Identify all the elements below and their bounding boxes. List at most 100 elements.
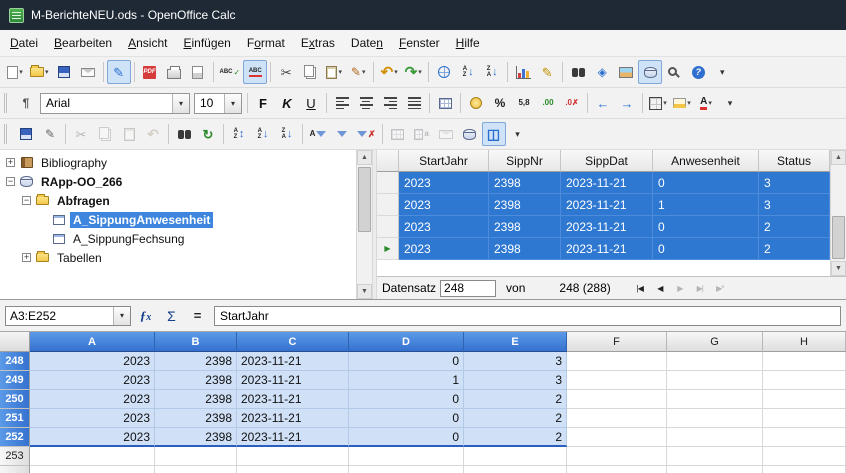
cell-G250[interactable] — [667, 390, 763, 409]
tree-item-bibliography[interactable]: +Bibliography — [0, 153, 356, 172]
cell-C250[interactable]: 2023-11-21 — [237, 390, 349, 409]
cell-G249[interactable] — [667, 371, 763, 390]
sort-descending-button[interactable]: ZA↓ — [480, 60, 504, 84]
grid-cell[interactable]: 2023 — [399, 194, 489, 216]
explorer-scrollbar[interactable]: ▲ ▼ — [356, 150, 372, 299]
cell-A252[interactable]: 2023 — [30, 428, 155, 447]
open-button[interactable]: ▾ — [27, 60, 52, 84]
zoom-button[interactable] — [662, 60, 686, 84]
name-box-dropdown-icon[interactable]: ▾ — [113, 307, 130, 325]
grid-cell[interactable]: 3 — [759, 194, 830, 216]
standard-filter-button[interactable] — [330, 122, 354, 146]
insert-chart-button[interactable] — [511, 60, 535, 84]
show-draw-functions-button[interactable]: ✎ — [535, 60, 559, 84]
cell-B248[interactable]: 2398 — [155, 352, 237, 371]
cell-partial[interactable] — [667, 466, 763, 473]
sum-button[interactable]: Σ — [160, 305, 183, 327]
cell-H252[interactable] — [763, 428, 846, 447]
cell-partial[interactable] — [30, 466, 155, 473]
collapse-icon[interactable]: − — [6, 177, 15, 186]
refresh-button[interactable]: ↻ — [196, 122, 220, 146]
help-button[interactable]: ? — [686, 60, 710, 84]
next-record-button[interactable]: ▶ — [671, 280, 689, 297]
cut-record-button[interactable]: ✂ — [69, 122, 93, 146]
new-record-button[interactable]: ▶* — [711, 280, 729, 297]
cell-D248[interactable]: 0 — [349, 352, 464, 371]
cell-C252[interactable]: 2023-11-21 — [237, 428, 349, 447]
grid-cell[interactable]: 2023-11-21 — [561, 172, 653, 194]
cell-F251[interactable] — [567, 409, 667, 428]
grid-cell[interactable]: 2398 — [489, 216, 561, 238]
cell-E250[interactable]: 2 — [464, 390, 567, 409]
sort-ascending-button[interactable]: AZ↓ — [251, 122, 275, 146]
record-number-input[interactable]: 248 — [440, 280, 496, 297]
grid-cell[interactable]: 0 — [653, 172, 759, 194]
hyperlink-button[interactable] — [432, 60, 456, 84]
cell-H251[interactable] — [763, 409, 846, 428]
column-header-D[interactable]: D — [349, 332, 464, 352]
menu-extras[interactable]: Extras — [293, 30, 343, 56]
data-sources-button[interactable] — [638, 60, 662, 84]
cell-partial[interactable] — [763, 466, 846, 473]
column-header-G[interactable]: G — [667, 332, 763, 352]
formula-input[interactable]: StartJahr — [214, 306, 841, 326]
copy-record-button[interactable] — [93, 122, 117, 146]
background-color-button[interactable]: ▾ — [670, 91, 694, 115]
grid-cell[interactable]: 2398 — [489, 194, 561, 216]
find-record-button[interactable] — [172, 122, 196, 146]
cell-C253[interactable] — [237, 447, 349, 466]
row-selector[interactable] — [377, 216, 399, 238]
active-record-icon[interactable]: ▶ — [377, 238, 399, 260]
menu-einfügen[interactable]: Einfügen — [175, 30, 238, 56]
align-center-button[interactable] — [354, 91, 378, 115]
autospellcheck-button[interactable]: ABC — [243, 60, 267, 84]
edit-data-button[interactable]: ✎ — [38, 122, 62, 146]
mail-merge-button[interactable] — [434, 122, 458, 146]
menu-daten[interactable]: Daten — [343, 30, 391, 56]
cell-F248[interactable] — [567, 352, 667, 371]
grid-cell[interactable]: 2023 — [399, 216, 489, 238]
align-left-button[interactable] — [330, 91, 354, 115]
sort-descending-button[interactable]: ZA↓ — [275, 122, 299, 146]
borders-button[interactable]: ▾ — [646, 91, 670, 115]
cell-B253[interactable] — [155, 447, 237, 466]
menu-bearbeiten[interactable]: Bearbeiten — [46, 30, 120, 56]
cell-G253[interactable] — [667, 447, 763, 466]
underline-button[interactable]: U — [299, 91, 323, 115]
format-currency-button[interactable] — [464, 91, 488, 115]
cell-partial[interactable] — [567, 466, 667, 473]
grid-column-header-status[interactable]: Status — [759, 150, 830, 172]
toolbar-overflow-button[interactable]: ▾ — [710, 60, 734, 84]
cell-A248[interactable]: 2023 — [30, 352, 155, 371]
tree-item-rapp-oo-266[interactable]: −RApp-OO_266 — [0, 172, 356, 191]
grid-cell[interactable]: 2398 — [489, 238, 561, 260]
cell-E252[interactable]: 2 — [464, 428, 567, 447]
row-header-249[interactable]: 249 — [0, 371, 30, 390]
font-color-button[interactable]: A▾ — [694, 91, 718, 115]
cell-H250[interactable] — [763, 390, 846, 409]
redo-button[interactable]: ↷▾ — [401, 60, 425, 84]
grid-cell[interactable]: 2023-11-21 — [561, 216, 653, 238]
toolbar-overflow-button[interactable]: ▾ — [718, 91, 742, 115]
align-justify-button[interactable] — [402, 91, 426, 115]
grid-cell[interactable]: 1 — [653, 194, 759, 216]
cell-A250[interactable]: 2023 — [30, 390, 155, 409]
align-right-button[interactable] — [378, 91, 402, 115]
last-record-button[interactable]: ▶| — [691, 280, 709, 297]
scroll-track[interactable] — [357, 165, 372, 284]
row-header-248[interactable]: 248 — [0, 352, 30, 371]
data-to-text-button[interactable] — [386, 122, 410, 146]
function-button[interactable]: = — [186, 305, 209, 327]
cut-button[interactable]: ✂ — [274, 60, 298, 84]
grid-cell[interactable]: 0 — [653, 238, 759, 260]
spellcheck-button[interactable]: ABC✓ — [217, 60, 244, 84]
tree-item-a-sippungfechsung[interactable]: A_SippungFechsung — [0, 229, 356, 248]
grid-row[interactable]: ▶202323982023-11-2102 — [377, 238, 830, 260]
cell-E253[interactable] — [464, 447, 567, 466]
font-size-combo[interactable]: 10▾ — [194, 93, 242, 114]
cell-G252[interactable] — [667, 428, 763, 447]
italic-button[interactable]: K — [275, 91, 299, 115]
select-all-corner[interactable] — [0, 332, 30, 352]
styles-and-formatting-button[interactable]: ¶ — [14, 91, 38, 115]
grid-cell[interactable]: 2398 — [489, 172, 561, 194]
